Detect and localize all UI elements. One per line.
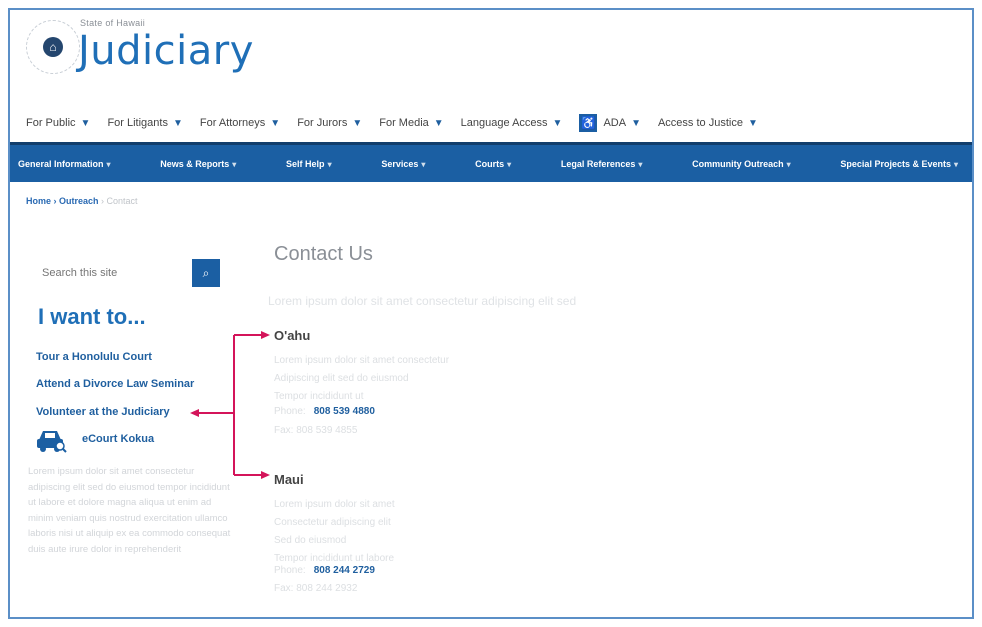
annotation-bracket [196,334,262,476]
arrowhead-left [190,409,199,417]
browser-frame: ⌂ State of Hawaii Judiciary For Public ▼ … [8,8,974,619]
arrowhead-oahu [261,331,270,339]
arrowhead-maui [261,471,270,479]
annotation-arrows [190,331,270,479]
